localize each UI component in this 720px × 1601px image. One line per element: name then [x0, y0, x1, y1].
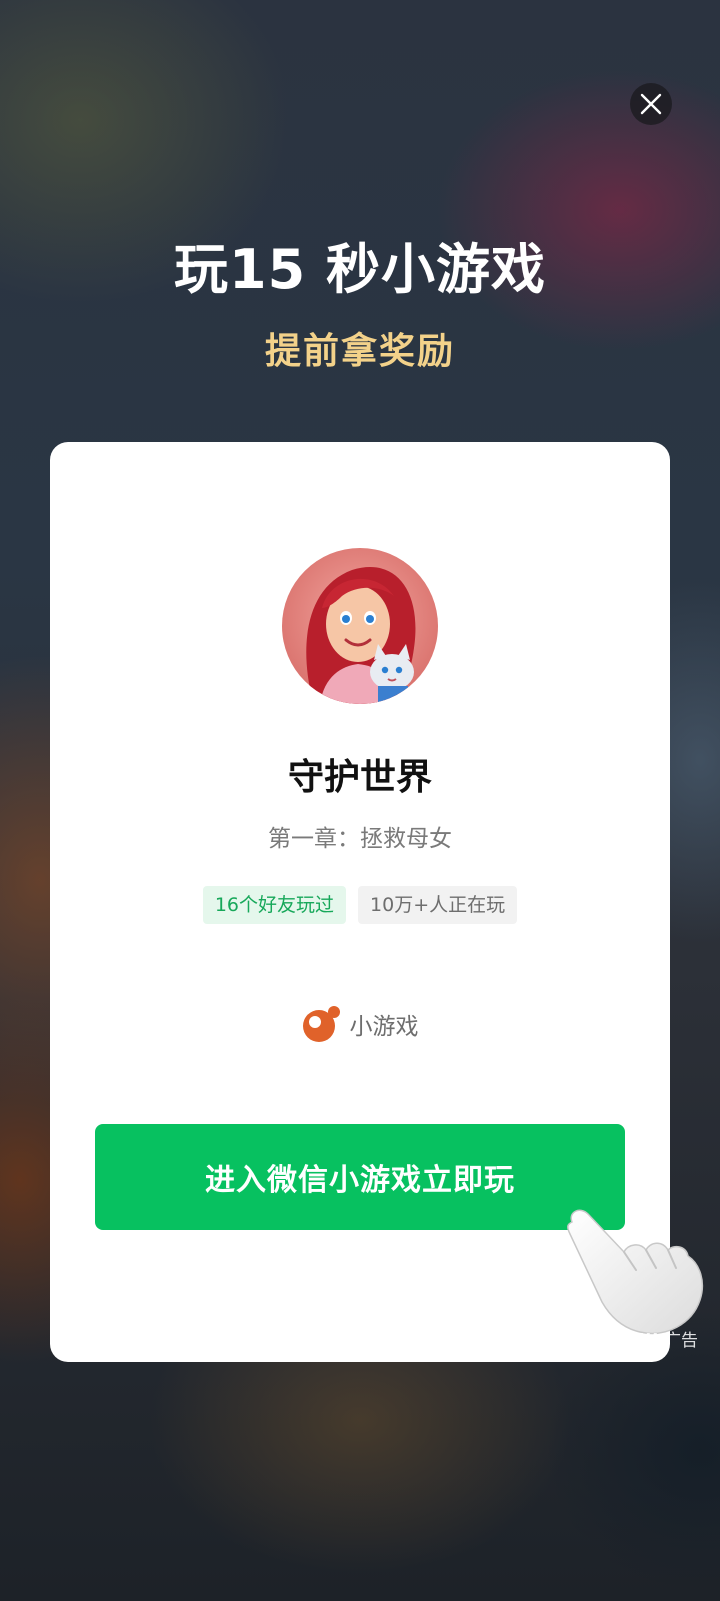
friends-played-tag: 16个好友玩过 [202, 886, 347, 924]
tag-row: 16个好友玩过 10万+人正在玩 [50, 886, 670, 924]
game-avatar[interactable] [282, 548, 438, 704]
mini-game-logo-icon [302, 1006, 340, 1042]
pointing-hand-icon [567, 1209, 704, 1335]
mini-game-brand: 小游戏 [50, 1004, 670, 1044]
close-icon [640, 93, 662, 115]
close-button[interactable] [630, 83, 672, 125]
brand-label: 小游戏 [349, 1014, 419, 1040]
game-title: 守护世界 [287, 757, 432, 798]
enter-mini-game-button[interactable]: 进入微信小游戏立即玩 [95, 1124, 625, 1230]
ad-badge: 广告 [634, 1325, 698, 1351]
game-subtitle: 第一章：拯救母女 [268, 826, 452, 852]
players-count-tag: 10万+人正在玩 [358, 886, 518, 924]
ad-logo-icon [635, 1333, 657, 1345]
headline: 玩15 秒小游戏 [174, 238, 546, 301]
ad-label: 广告 [664, 1330, 698, 1351]
reward-subline: 提前拿奖励 [264, 331, 455, 372]
